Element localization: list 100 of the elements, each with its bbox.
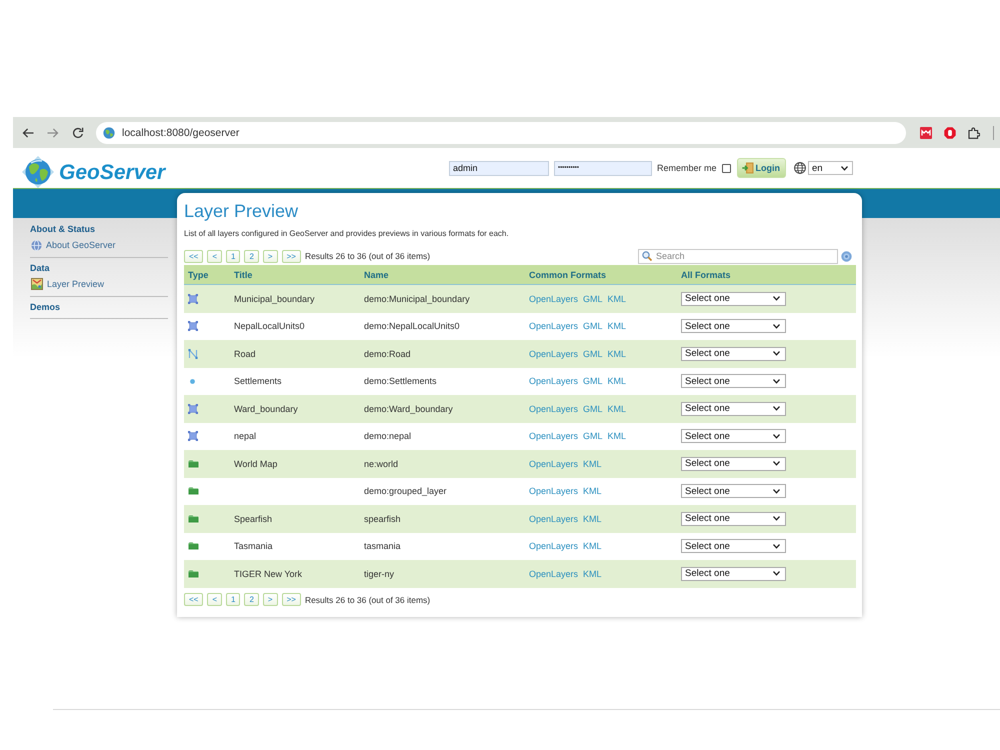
- format-dropdown[interactable]: Select one: [681, 292, 786, 306]
- format-link[interactable]: GML: [583, 376, 603, 386]
- square-logo-icon[interactable]: [920, 126, 932, 138]
- globe-icon: [20, 155, 56, 189]
- format-link[interactable]: GML: [583, 431, 603, 442]
- page-title: Layer Preview: [184, 200, 298, 223]
- language-select[interactable]: en: [808, 161, 853, 175]
- layer-title: Spearfish: [234, 514, 272, 524]
- column-header: Common Formats: [529, 270, 606, 280]
- sidebar-heading: About & Status: [30, 223, 96, 235]
- door-arrow-icon: [742, 162, 754, 174]
- format-link[interactable]: KML: [583, 541, 602, 552]
- layer-name: demo:NepalLocalUnits0: [364, 321, 460, 332]
- page-description: List of all layers configured in GeoServer and provides previews in various formats for each.: [184, 228, 509, 240]
- format-link[interactable]: GML: [583, 321, 603, 332]
- format-link[interactable]: GML: [583, 294, 603, 304]
- format-dropdown[interactable]: Select one: [681, 402, 786, 416]
- search-icon: [642, 251, 652, 261]
- format-dropdown[interactable]: Select one: [681, 374, 786, 388]
- page-button[interactable]: <: [207, 250, 222, 262]
- format-link[interactable]: OpenLayers: [529, 404, 578, 414]
- username-field[interactable]: admin: [448, 160, 549, 176]
- format-dropdown[interactable]: Select one: [681, 346, 786, 361]
- search-field[interactable]: Search: [638, 248, 838, 264]
- format-link[interactable]: KML: [583, 568, 602, 579]
- back-arrow-icon[interactable]: [22, 126, 34, 138]
- page-button[interactable]: >: [262, 250, 278, 262]
- polygon-icon: [188, 294, 198, 304]
- sidebar-link[interactable]: About GeoServer: [30, 238, 168, 252]
- polygon-icon: [188, 431, 198, 442]
- page-button[interactable]: <<: [184, 593, 204, 606]
- layer-title: Tasmania: [234, 541, 273, 552]
- format-link[interactable]: KML: [608, 348, 626, 359]
- format-dropdown[interactable]: Select one: [681, 539, 786, 554]
- format-link[interactable]: OpenLayers: [529, 486, 578, 496]
- help-icon[interactable]: [841, 250, 852, 262]
- format-dropdown[interactable]: Select one: [681, 456, 786, 471]
- page-button[interactable]: 1: [226, 250, 240, 262]
- page-button[interactable]: >: [262, 593, 278, 606]
- folder-icon: [188, 542, 199, 550]
- format-link[interactable]: KML: [608, 404, 626, 414]
- format-dropdown[interactable]: Select one: [681, 484, 786, 498]
- format-link[interactable]: GML: [583, 404, 603, 414]
- globe-icon: [31, 240, 42, 250]
- chevron-icon: [773, 571, 780, 576]
- results-text: Results 26 to 36 (out of 36 items): [304, 251, 430, 261]
- layer-title: World Map: [234, 458, 278, 469]
- layer-title: Road: [234, 348, 256, 359]
- sidebar-link[interactable]: Layer Preview: [30, 277, 168, 291]
- format-link[interactable]: KML: [583, 514, 602, 524]
- layer-name: spearfish: [364, 514, 401, 524]
- remember-me-label: Remember me: [656, 163, 716, 173]
- page-button[interactable]: 2: [244, 250, 259, 262]
- format-dropdown[interactable]: Select one: [681, 429, 786, 444]
- sidebar-heading: Demos: [30, 301, 62, 313]
- format-link[interactable]: OpenLayers: [529, 348, 578, 359]
- format-dropdown[interactable]: Select one: [681, 319, 786, 334]
- format-link[interactable]: OpenLayers: [529, 431, 578, 442]
- polygon-icon: [188, 404, 198, 414]
- page-button[interactable]: >>: [282, 593, 301, 606]
- page-button[interactable]: <: [207, 593, 222, 606]
- format-link[interactable]: KML: [608, 431, 626, 442]
- page-button[interactable]: 1: [226, 593, 240, 606]
- column-header: Title: [234, 270, 252, 280]
- format-dropdown[interactable]: Select one: [681, 512, 786, 526]
- sidebar-heading: Data: [30, 262, 51, 274]
- stop-sign-icon[interactable]: [944, 126, 956, 138]
- chevron-icon: [841, 166, 848, 170]
- page-button[interactable]: <<: [184, 250, 204, 262]
- folder-icon: [188, 460, 199, 468]
- page-button[interactable]: 2: [244, 593, 259, 606]
- format-link[interactable]: KML: [583, 486, 602, 496]
- format-link[interactable]: KML: [608, 294, 626, 304]
- forward-arrow-icon[interactable]: [47, 126, 59, 138]
- format-link[interactable]: KML: [583, 458, 602, 469]
- format-link[interactable]: OpenLayers: [529, 541, 578, 552]
- polygon-icon: [188, 321, 198, 332]
- puzzle-icon[interactable]: [968, 126, 980, 138]
- page-button[interactable]: >>: [282, 250, 301, 262]
- chevron-icon: [773, 544, 780, 549]
- format-link[interactable]: OpenLayers: [529, 376, 578, 386]
- format-link[interactable]: KML: [608, 321, 626, 332]
- login-button[interactable]: Login: [736, 158, 786, 178]
- format-link[interactable]: OpenLayers: [529, 321, 578, 332]
- layer-name: demo:Municipal_boundary: [364, 294, 470, 304]
- format-link[interactable]: GML: [583, 348, 603, 359]
- map-icon: [31, 278, 43, 290]
- format-link[interactable]: OpenLayers: [529, 514, 578, 524]
- layer-name: tasmania: [364, 541, 401, 552]
- reload-icon[interactable]: [72, 126, 84, 138]
- folder-icon: [188, 487, 199, 496]
- results-text: Results 26 to 36 (out of 36 items): [304, 594, 430, 604]
- format-link[interactable]: OpenLayers: [529, 458, 578, 469]
- format-dropdown[interactable]: Select one: [681, 566, 786, 581]
- format-link[interactable]: OpenLayers: [529, 568, 578, 579]
- format-link[interactable]: OpenLayers: [529, 294, 578, 304]
- remember-me-checkbox[interactable]: [722, 164, 730, 172]
- format-link[interactable]: KML: [608, 376, 626, 386]
- column-header: All Formats: [681, 270, 731, 280]
- address-bar[interactable]: localhost:8080/geoserver: [96, 122, 906, 144]
